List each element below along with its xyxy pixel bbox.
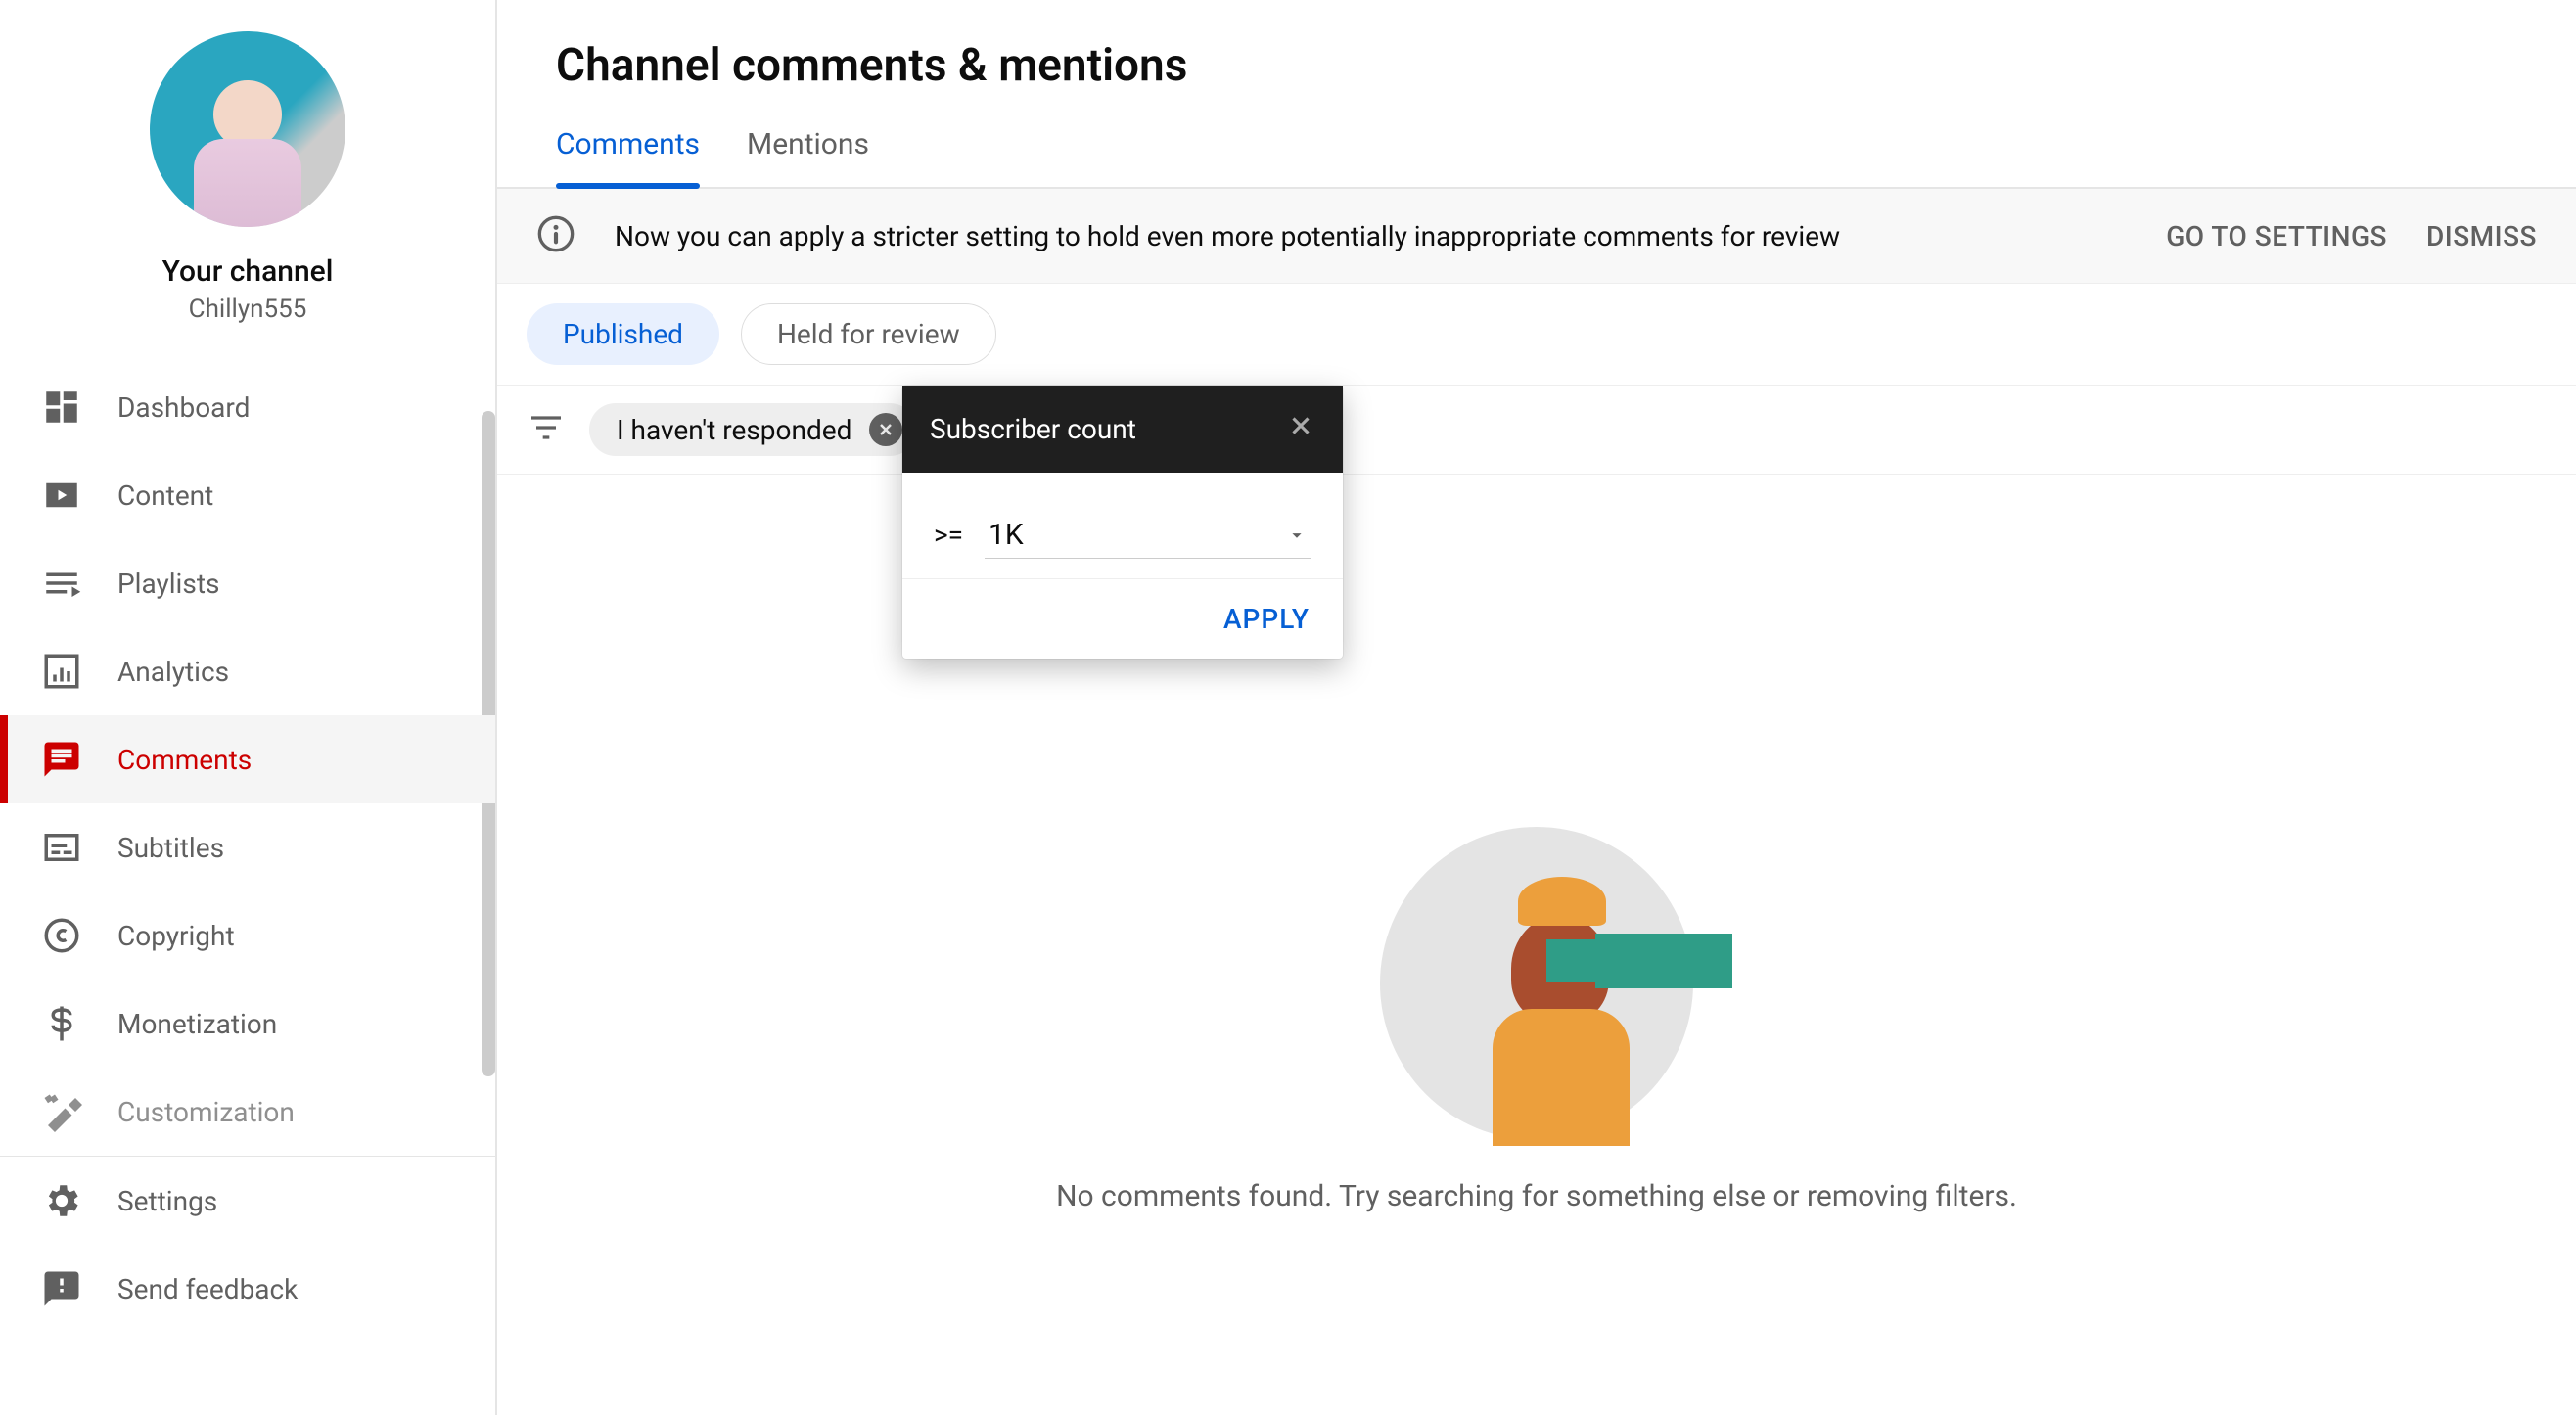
sidebar: Your channel Chillyn555 Dashboard Conten… xyxy=(0,0,497,1415)
sidebar-item-label: Analytics xyxy=(117,656,229,688)
sidebar-nav: Dashboard Content Playlists xyxy=(0,363,495,1333)
info-banner: Now you can apply a stricter setting to … xyxy=(497,189,2576,284)
empty-illustration xyxy=(1380,827,1693,1140)
sidebar-item-dashboard[interactable]: Dashboard xyxy=(0,363,495,451)
sidebar-item-subtitles[interactable]: Subtitles xyxy=(0,803,495,891)
chip-published[interactable]: Published xyxy=(527,303,719,365)
gear-icon xyxy=(41,1180,82,1221)
chip-held-for-review[interactable]: Held for review xyxy=(741,303,996,365)
comments-icon xyxy=(41,739,82,780)
sidebar-item-label: Comments xyxy=(117,744,252,776)
chevron-down-icon xyxy=(1286,525,1308,546)
copyright-icon xyxy=(41,915,82,956)
sidebar-item-label: Settings xyxy=(117,1185,217,1217)
info-icon xyxy=(536,214,575,257)
dismiss-button[interactable]: DISMISS xyxy=(2426,220,2537,252)
operator-label: >= xyxy=(934,519,963,551)
playlists-icon xyxy=(41,563,82,604)
chip-label: Published xyxy=(563,318,683,350)
main-content: Channel comments & mentions Comments Men… xyxy=(497,0,2576,1415)
filter-icon[interactable] xyxy=(527,408,566,451)
close-icon[interactable] xyxy=(1286,411,1315,447)
sidebar-bottom: Settings Send feedback xyxy=(0,1156,495,1333)
feedback-icon xyxy=(41,1268,82,1309)
popover-body: >= 1K xyxy=(902,473,1343,578)
popover-title: Subscriber count xyxy=(930,413,1136,445)
tab-label: Mentions xyxy=(747,127,869,161)
page-title: Channel comments & mentions xyxy=(497,0,2576,119)
banner-text: Now you can apply a stricter setting to … xyxy=(615,220,2127,252)
subscriber-count-select[interactable]: 1K xyxy=(985,512,1311,559)
profile-block: Your channel Chillyn555 xyxy=(0,31,495,363)
tab-comments[interactable]: Comments xyxy=(556,119,700,187)
sidebar-item-label: Content xyxy=(117,479,213,512)
sidebar-item-comments[interactable]: Comments xyxy=(0,715,495,803)
remove-filter-icon[interactable] xyxy=(869,413,902,446)
tabs: Comments Mentions xyxy=(497,119,2576,189)
sidebar-item-label: Playlists xyxy=(117,568,219,600)
content-icon xyxy=(41,475,82,516)
sidebar-item-playlists[interactable]: Playlists xyxy=(0,539,495,627)
filter-chip-not-responded[interactable]: I haven't responded xyxy=(589,403,916,456)
go-to-settings-button[interactable]: GO TO SETTINGS xyxy=(2166,220,2387,252)
sidebar-item-label: Customization xyxy=(117,1096,295,1128)
sidebar-item-customization[interactable]: Customization xyxy=(0,1068,495,1156)
sidebar-item-label: Subtitles xyxy=(117,832,224,864)
empty-state: No comments found. Try searching for som… xyxy=(497,475,2576,1213)
filter-chip-label: I haven't responded xyxy=(617,414,851,446)
sidebar-nav-scroll: Dashboard Content Playlists xyxy=(0,363,495,1156)
status-chips: Published Held for review xyxy=(497,284,2576,386)
customization-icon xyxy=(41,1091,82,1132)
tab-label: Comments xyxy=(556,127,700,161)
sidebar-item-settings[interactable]: Settings xyxy=(0,1157,495,1245)
banner-actions: GO TO SETTINGS DISMISS xyxy=(2166,220,2537,252)
sidebar-item-analytics[interactable]: Analytics xyxy=(0,627,495,715)
empty-message: No comments found. Try searching for som… xyxy=(1056,1179,2017,1213)
sidebar-item-copyright[interactable]: Copyright xyxy=(0,891,495,980)
select-value: 1K xyxy=(989,518,1024,552)
your-channel-label: Your channel xyxy=(162,254,334,289)
popover-header: Subscriber count xyxy=(902,386,1343,473)
sidebar-item-label: Send feedback xyxy=(117,1273,298,1305)
sidebar-item-label: Dashboard xyxy=(117,391,250,424)
sidebar-item-content[interactable]: Content xyxy=(0,451,495,539)
subtitles-icon xyxy=(41,827,82,868)
channel-name: Chillyn555 xyxy=(189,295,307,324)
tab-mentions[interactable]: Mentions xyxy=(747,119,869,187)
telescope-shape xyxy=(1595,934,1732,988)
popover-footer: APPLY xyxy=(902,578,1343,659)
dashboard-icon xyxy=(41,387,82,428)
sidebar-item-monetization[interactable]: Monetization xyxy=(0,980,495,1068)
analytics-icon xyxy=(41,651,82,692)
filter-row: I haven't responded Subscriber count >= … xyxy=(497,386,2576,475)
avatar[interactable] xyxy=(150,31,345,227)
subscriber-count-popover: Subscriber count >= 1K APPLY xyxy=(902,386,1343,659)
chip-label: Held for review xyxy=(777,318,960,350)
sidebar-item-feedback[interactable]: Send feedback xyxy=(0,1245,495,1333)
hat-shape xyxy=(1518,877,1606,926)
monetization-icon xyxy=(41,1003,82,1044)
sidebar-item-label: Monetization xyxy=(117,1008,277,1040)
sidebar-item-label: Copyright xyxy=(117,920,235,952)
apply-button[interactable]: APPLY xyxy=(1223,603,1310,635)
